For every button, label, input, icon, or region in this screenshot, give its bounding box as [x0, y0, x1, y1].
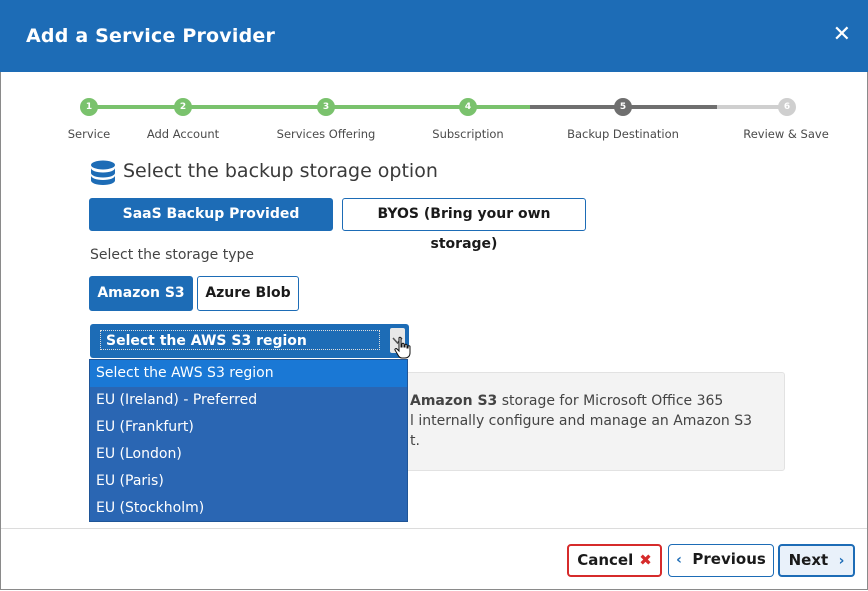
- section-title: Select the backup storage option: [123, 160, 438, 182]
- step-connector-5-6: [623, 105, 717, 109]
- cancel-label: Cancel: [577, 551, 634, 569]
- azure-blob-button[interactable]: Azure Blob: [197, 276, 299, 311]
- step-connector-4-5: [468, 105, 530, 109]
- close-icon: ✖: [639, 551, 652, 569]
- region-option[interactable]: EU (Frankfurt): [90, 414, 407, 441]
- step-connector-4-5-pending: [530, 105, 623, 109]
- storage-type-label: Select the storage type: [90, 247, 254, 263]
- previous-button[interactable]: ‹ Previous: [668, 544, 774, 577]
- amazon-s3-button[interactable]: Amazon S3: [89, 276, 193, 311]
- region-option[interactable]: EU (London): [90, 441, 407, 468]
- step-3-label: Services Offering: [276, 127, 376, 141]
- cancel-button[interactable]: Cancel ✖: [567, 544, 662, 577]
- step-2-dot[interactable]: 2: [174, 98, 192, 116]
- step-1-label: Service: [67, 127, 111, 141]
- step-6-dot[interactable]: 6: [778, 98, 796, 116]
- info-line-3: t.: [410, 433, 420, 449]
- next-label: Next: [788, 551, 829, 569]
- step-1-dot[interactable]: 1: [80, 98, 98, 116]
- aws-region-dropdown: Select the AWS S3 region EU (Ireland) - …: [89, 359, 408, 522]
- step-3-dot[interactable]: 3: [317, 98, 335, 116]
- close-icon[interactable]: ✕: [833, 24, 851, 46]
- previous-label: Previous: [692, 550, 766, 568]
- next-button[interactable]: Next ›: [778, 544, 855, 577]
- step-connector-3-4: [326, 105, 468, 109]
- step-2-label: Add Account: [146, 127, 220, 141]
- aws-region-select[interactable]: Select the AWS S3 region: [90, 324, 409, 358]
- step-connector-1-2: [89, 105, 183, 109]
- chevron-right-icon: ›: [838, 553, 845, 569]
- region-option[interactable]: EU (Paris): [90, 468, 407, 495]
- step-6-label: Review & Save: [743, 127, 829, 141]
- region-option[interactable]: EU (Ireland) - Preferred: [90, 387, 407, 414]
- info-line-1-rest: storage for Microsoft Office 365: [497, 393, 724, 409]
- region-option[interactable]: EU (Stockholm): [90, 495, 407, 522]
- hand-cursor-icon: [394, 336, 411, 359]
- step-5-dot[interactable]: 5: [614, 98, 632, 116]
- dialog-header: Add a Service Provider ✕: [0, 0, 868, 72]
- info-bold: Amazon S3: [410, 393, 498, 409]
- region-option[interactable]: Select the AWS S3 region: [90, 360, 407, 387]
- byos-storage-button[interactable]: BYOS (Bring your own storage): [342, 198, 586, 252]
- dialog-title: Add a Service Provider: [26, 25, 276, 47]
- step-connector-2-3: [183, 105, 326, 109]
- step-connector-5-6-pending: [717, 105, 787, 109]
- step-4-dot[interactable]: 4: [459, 98, 477, 116]
- info-line-1: Amazon S3 storage for Microsoft Office 3…: [410, 393, 723, 409]
- chevron-left-icon: ‹: [676, 552, 682, 568]
- aws-region-select-value: Select the AWS S3 region: [100, 330, 380, 350]
- step-5-label: Backup Destination: [567, 127, 679, 141]
- info-line-2: l internally configure and manage an Ama…: [410, 413, 753, 429]
- saas-storage-button[interactable]: SaaS Backup Provided Storage: [89, 198, 333, 253]
- wizard-stepper: 1 2 3 4 5 6 Service Add Account Services…: [0, 96, 868, 146]
- step-4-label: Subscription: [432, 127, 504, 141]
- storage-info-box: Amazon S3 storage for Microsoft Office 3…: [395, 372, 785, 471]
- footer-divider: [1, 528, 867, 529]
- database-icon: [91, 160, 115, 185]
